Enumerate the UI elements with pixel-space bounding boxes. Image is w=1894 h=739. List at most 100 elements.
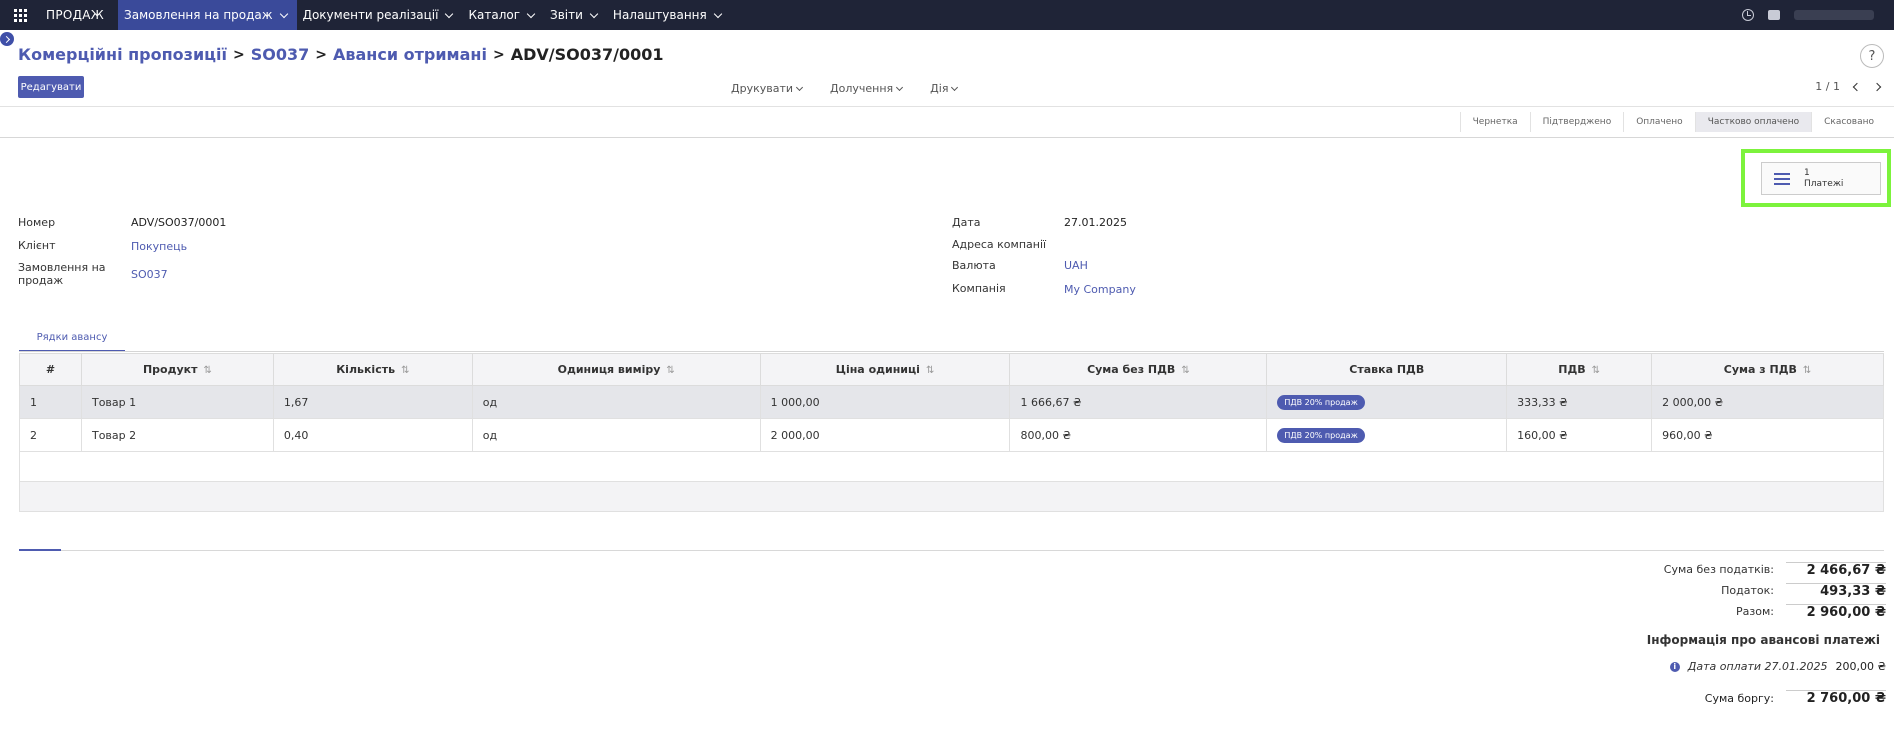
tax-label: Податок: [1721,584,1774,597]
totals-summary: Сума без податків: 2 466,67 ₴ Податок: 4… [1656,559,1886,622]
sort-icon: ⇅ [1802,365,1812,376]
number-label: Номер [18,216,56,229]
chevron-down-icon [795,83,804,91]
cell-uom: од [471,385,761,419]
debt-label: Сума боргу: [1704,691,1774,705]
app-name: ПРОДАЖ [46,8,105,22]
activity-clock-icon[interactable] [1742,9,1754,21]
table-row[interactable]: 2 Товар 2 0,40 од 2 000,00 800,00 ₴ ПДВ … [19,418,1884,452]
sidebar-toggle-icon[interactable] [0,32,14,46]
debt-value: 2 760,00 ₴ [1786,690,1886,706]
tax-badge: ПДВ 20% продаж [1277,394,1365,410]
breadcrumb-separator: > [233,46,245,63]
cell-unit-price: 2 000,00 [759,418,1011,452]
sort-icon: ⇅ [666,365,675,376]
payment-amount: 200,00 ₴ [1835,660,1887,673]
client-link[interactable]: Покупець [131,240,187,253]
debt-row: Сума боргу: 2 760,00 ₴ [1705,690,1886,706]
column-header-tax-rate[interactable]: Ставка ПДВ [1266,353,1508,386]
help-button[interactable]: ? [1860,44,1884,68]
untaxed-row: Сума без податків: 2 466,67 ₴ [1656,559,1886,580]
stage-partially-paid[interactable]: Частково оплачено [1694,112,1812,132]
column-header-product[interactable]: Продукт ⇅ [80,353,274,386]
cell-subtotal: 800,00 ₴ [1009,418,1268,452]
payments-count: 1 [1804,167,1810,178]
list-icon [1774,172,1790,185]
edit-button[interactable]: Редагувати [18,76,84,98]
column-header-vat[interactable]: ПДВ ⇅ [1506,353,1653,386]
attachments-dropdown[interactable]: Долучення [830,82,906,95]
chevron-down-icon [526,9,536,18]
currency-label: Валюта [952,259,996,272]
order-label: Замовлення на продаж [18,261,106,287]
page-title: ADV/SO037/0001 [510,45,664,64]
breadcrumb-quotations[interactable]: Комерційні пропозиції [18,45,227,64]
nav-menu-settings[interactable]: Налаштування [607,0,731,30]
column-header-total[interactable]: Сума з ПДВ ⇅ [1651,353,1884,386]
order-link[interactable]: SO037 [131,268,168,281]
cell-subtotal: 1 666,67 ₴ [1009,385,1268,419]
user-menu[interactable] [1794,10,1874,20]
nav-menu-delivery-docs[interactable]: Документи реалізації [297,0,463,30]
table-row[interactable]: 1 Товар 1 1,67 од 1 000,00 1 666,67 ₴ ПД… [19,385,1884,419]
pager: 1 / 1 [1815,80,1882,93]
chevron-down-icon [445,9,454,18]
status-bar: Чернетка Підтверджено Оплачено Частково … [1459,112,1886,132]
cell-number: 2 [19,418,82,452]
divider [19,351,1884,352]
messages-icon[interactable] [1768,10,1780,20]
action-dropdown[interactable]: Дія [930,82,961,95]
payment-date: Дата оплати 27.01.2025 [1687,660,1828,673]
pager-value[interactable]: 1 / 1 [1815,80,1840,93]
breadcrumb-advances[interactable]: Аванси отримані [333,45,487,64]
sort-icon: ⇅ [1181,365,1190,376]
previous-record-icon[interactable] [1852,82,1862,91]
advance-payment-row: i Дата оплати 27.01.2025 200,00 ₴ [1669,660,1887,673]
sort-icon: ⇅ [925,365,935,376]
divider [0,137,1894,138]
chevron-down-icon [951,83,959,91]
breadcrumb-separator: > [315,46,327,63]
cell-unit-price: 1 000,00 [759,385,1011,419]
chevron-down-icon [589,9,599,18]
nav-menu-sales-orders[interactable]: Замовлення на продаж [118,0,297,30]
stage-confirmed[interactable]: Підтверджено [1529,112,1624,132]
cell-tax-rate: ПДВ 20% продаж [1266,418,1508,452]
total-row: Разом: 2 960,00 ₴ [1656,601,1886,622]
cell-product: Товар 2 [80,418,274,452]
currency-link[interactable]: UAH [1064,259,1088,272]
cell-vat: 333,33 ₴ [1506,385,1653,419]
column-header-unit-price[interactable]: Ціна одиниці ⇅ [759,353,1011,386]
section-accent [19,549,61,551]
tax-row: Податок: 493,33 ₴ [1656,580,1886,601]
stage-paid[interactable]: Оплачено [1623,112,1694,132]
nav-menu-reports[interactable]: Звіти [544,0,607,30]
column-header-number[interactable]: # [19,353,82,386]
next-record-icon[interactable] [1872,82,1882,91]
stage-draft[interactable]: Чернетка [1459,112,1530,132]
payments-smart-button[interactable]: 1 Платежі [1761,162,1881,195]
number-value: ADV/SO037/0001 [131,216,227,229]
top-navbar: ПРОДАЖ Замовлення на продаж Документи ре… [0,0,1894,30]
cell-number: 1 [19,385,82,419]
stage-cancelled[interactable]: Скасовано [1811,112,1886,132]
untaxed-value: 2 466,67 ₴ [1786,561,1886,578]
tab-advance-lines[interactable]: Рядки авансу [19,324,125,352]
action-menus: Друкувати Долучення Дія [731,82,961,95]
apps-menu-icon[interactable] [0,0,40,30]
advance-info-title: Інформація про авансові платежі [1646,633,1880,647]
company-link[interactable]: My Company [1064,283,1136,296]
divider [0,106,1894,107]
nav-menu-catalog[interactable]: Каталог [462,0,544,30]
print-dropdown[interactable]: Друкувати [731,82,806,95]
breadcrumb-order[interactable]: SO037 [251,45,310,64]
payments-label: Платежі [1804,178,1844,189]
column-header-quantity[interactable]: Кількість ⇅ [272,353,473,386]
total-value: 2 960,00 ₴ [1786,603,1886,620]
info-icon[interactable]: i [1669,661,1680,672]
date-label: Дата [952,216,981,229]
column-header-subtotal[interactable]: Сума без ПДВ ⇅ [1009,353,1268,386]
cell-tax-rate: ПДВ 20% продаж [1266,385,1508,419]
column-header-uom[interactable]: Одиниця виміру ⇅ [471,353,761,386]
table-header-row: # Продукт ⇅ Кількість ⇅ Одиниця виміру ⇅ Ці… [19,353,1884,386]
